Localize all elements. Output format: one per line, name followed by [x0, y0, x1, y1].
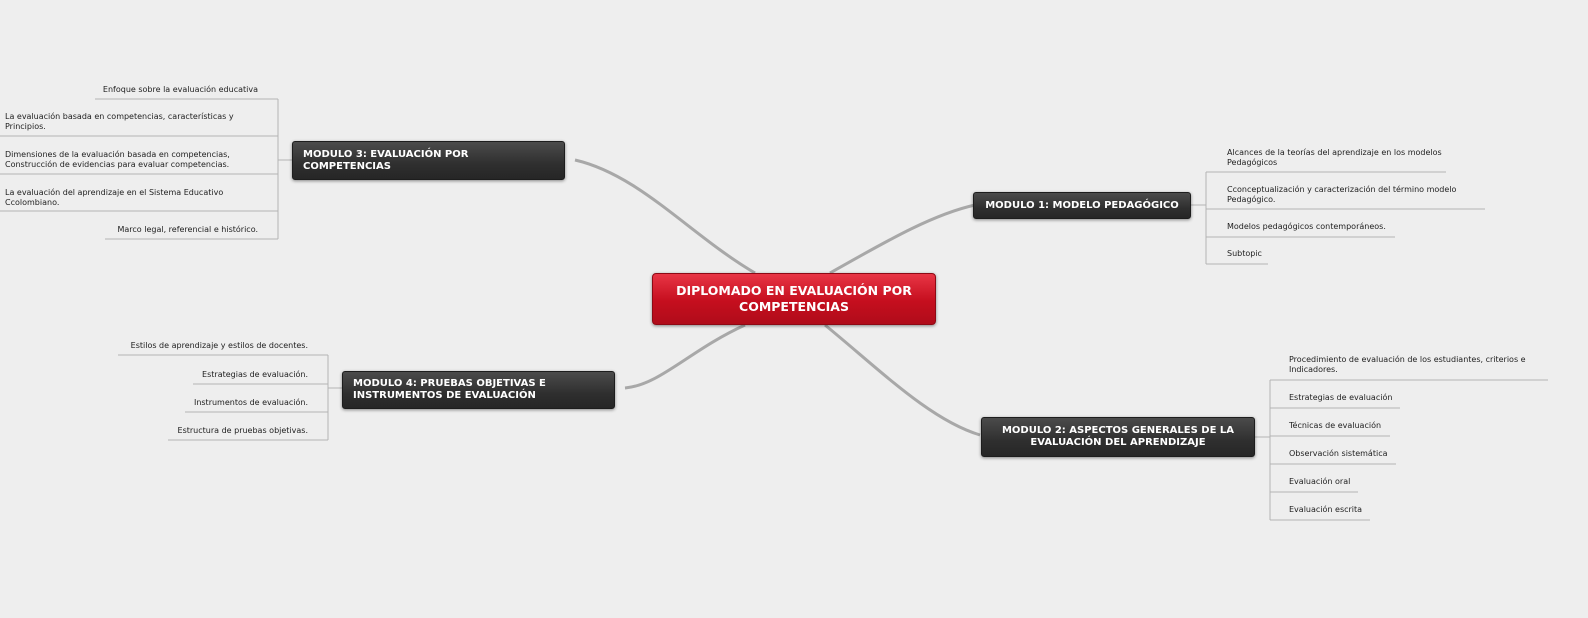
module-4-node[interactable]: MODULO 4: PRUEBAS OBJETIVAS E INSTRUMENT… — [342, 371, 615, 409]
central-link-m1 — [829, 203, 976, 275]
m4-topic-4[interactable]: Estructura de pruebas objetivas. — [100, 426, 308, 436]
central-link-m4 — [624, 323, 746, 390]
m3-topic-4[interactable]: La evaluación del aprendizaje en el Sist… — [5, 188, 241, 208]
m1-topic-3[interactable]: Modelos pedagógicos contemporáneos. — [1227, 222, 1386, 232]
module-4-title: MODULO 4: PRUEBAS OBJETIVAS E INSTRUMENT… — [353, 378, 546, 401]
m2-topic-6[interactable]: Evaluación escrita — [1289, 505, 1362, 515]
m3-topic-1[interactable]: Enfoque sobre la evaluación educativa — [60, 85, 258, 95]
module-3-title: MODULO 3: EVALUACIÓN POR COMPETENCIAS — [303, 148, 469, 172]
central-topic[interactable]: DIPLOMADO EN EVALUACIÓN POR COMPETENCIAS — [652, 273, 936, 325]
m4-topic-1[interactable]: Estilos de aprendizaje y estilos de doce… — [100, 341, 308, 351]
m3-topic-3[interactable]: Dimensiones de la evaluación basada en c… — [5, 150, 241, 170]
m2-topic-3[interactable]: Técnicas de evaluación — [1289, 421, 1381, 431]
m2-topic-4[interactable]: Observación sistemática — [1289, 449, 1388, 459]
central-topic-label: DIPLOMADO EN EVALUACIÓN POR COMPETENCIAS — [676, 283, 912, 314]
mind-map-canvas: DIPLOMADO EN EVALUACIÓN POR COMPETENCIAS… — [0, 0, 1588, 618]
module-2-node[interactable]: MODULO 2: ASPECTOS GENERALES DE LA EVALU… — [981, 417, 1255, 457]
module-2-title: MODULO 2: ASPECTOS GENERALES DE LA EVALU… — [1001, 425, 1235, 448]
module-3-node[interactable]: MODULO 3: EVALUACIÓN POR COMPETENCIAS — [292, 141, 565, 180]
central-link-m2 — [824, 323, 981, 437]
module-1-title: MODULO 1: MODELO PEDAGÓGICO — [985, 199, 1179, 211]
m2-topic-1[interactable]: Procedimiento de evaluación de los estud… — [1289, 355, 1549, 375]
m4-topic-2[interactable]: Estrategias de evaluación. — [100, 370, 308, 380]
m3-topic-2[interactable]: La evaluación basada en competencias, ca… — [5, 112, 255, 132]
m2-topic-5[interactable]: Evaluación oral — [1289, 477, 1350, 487]
central-link-m3 — [574, 158, 756, 275]
m3-topic-5[interactable]: Marco legal, referencial e histórico. — [60, 225, 258, 235]
m4-topic-3[interactable]: Instrumentos de evaluación. — [100, 398, 308, 408]
m2-topic-2[interactable]: Estrategias de evaluación — [1289, 393, 1392, 403]
m1-topic-4[interactable]: Subtopic — [1227, 249, 1262, 259]
m1-topic-2[interactable]: Cconceptualización y caracterización del… — [1227, 185, 1467, 205]
module-1-node[interactable]: MODULO 1: MODELO PEDAGÓGICO — [973, 192, 1191, 219]
m1-topic-1[interactable]: Alcances de la teorías del aprendizaje e… — [1227, 148, 1459, 168]
